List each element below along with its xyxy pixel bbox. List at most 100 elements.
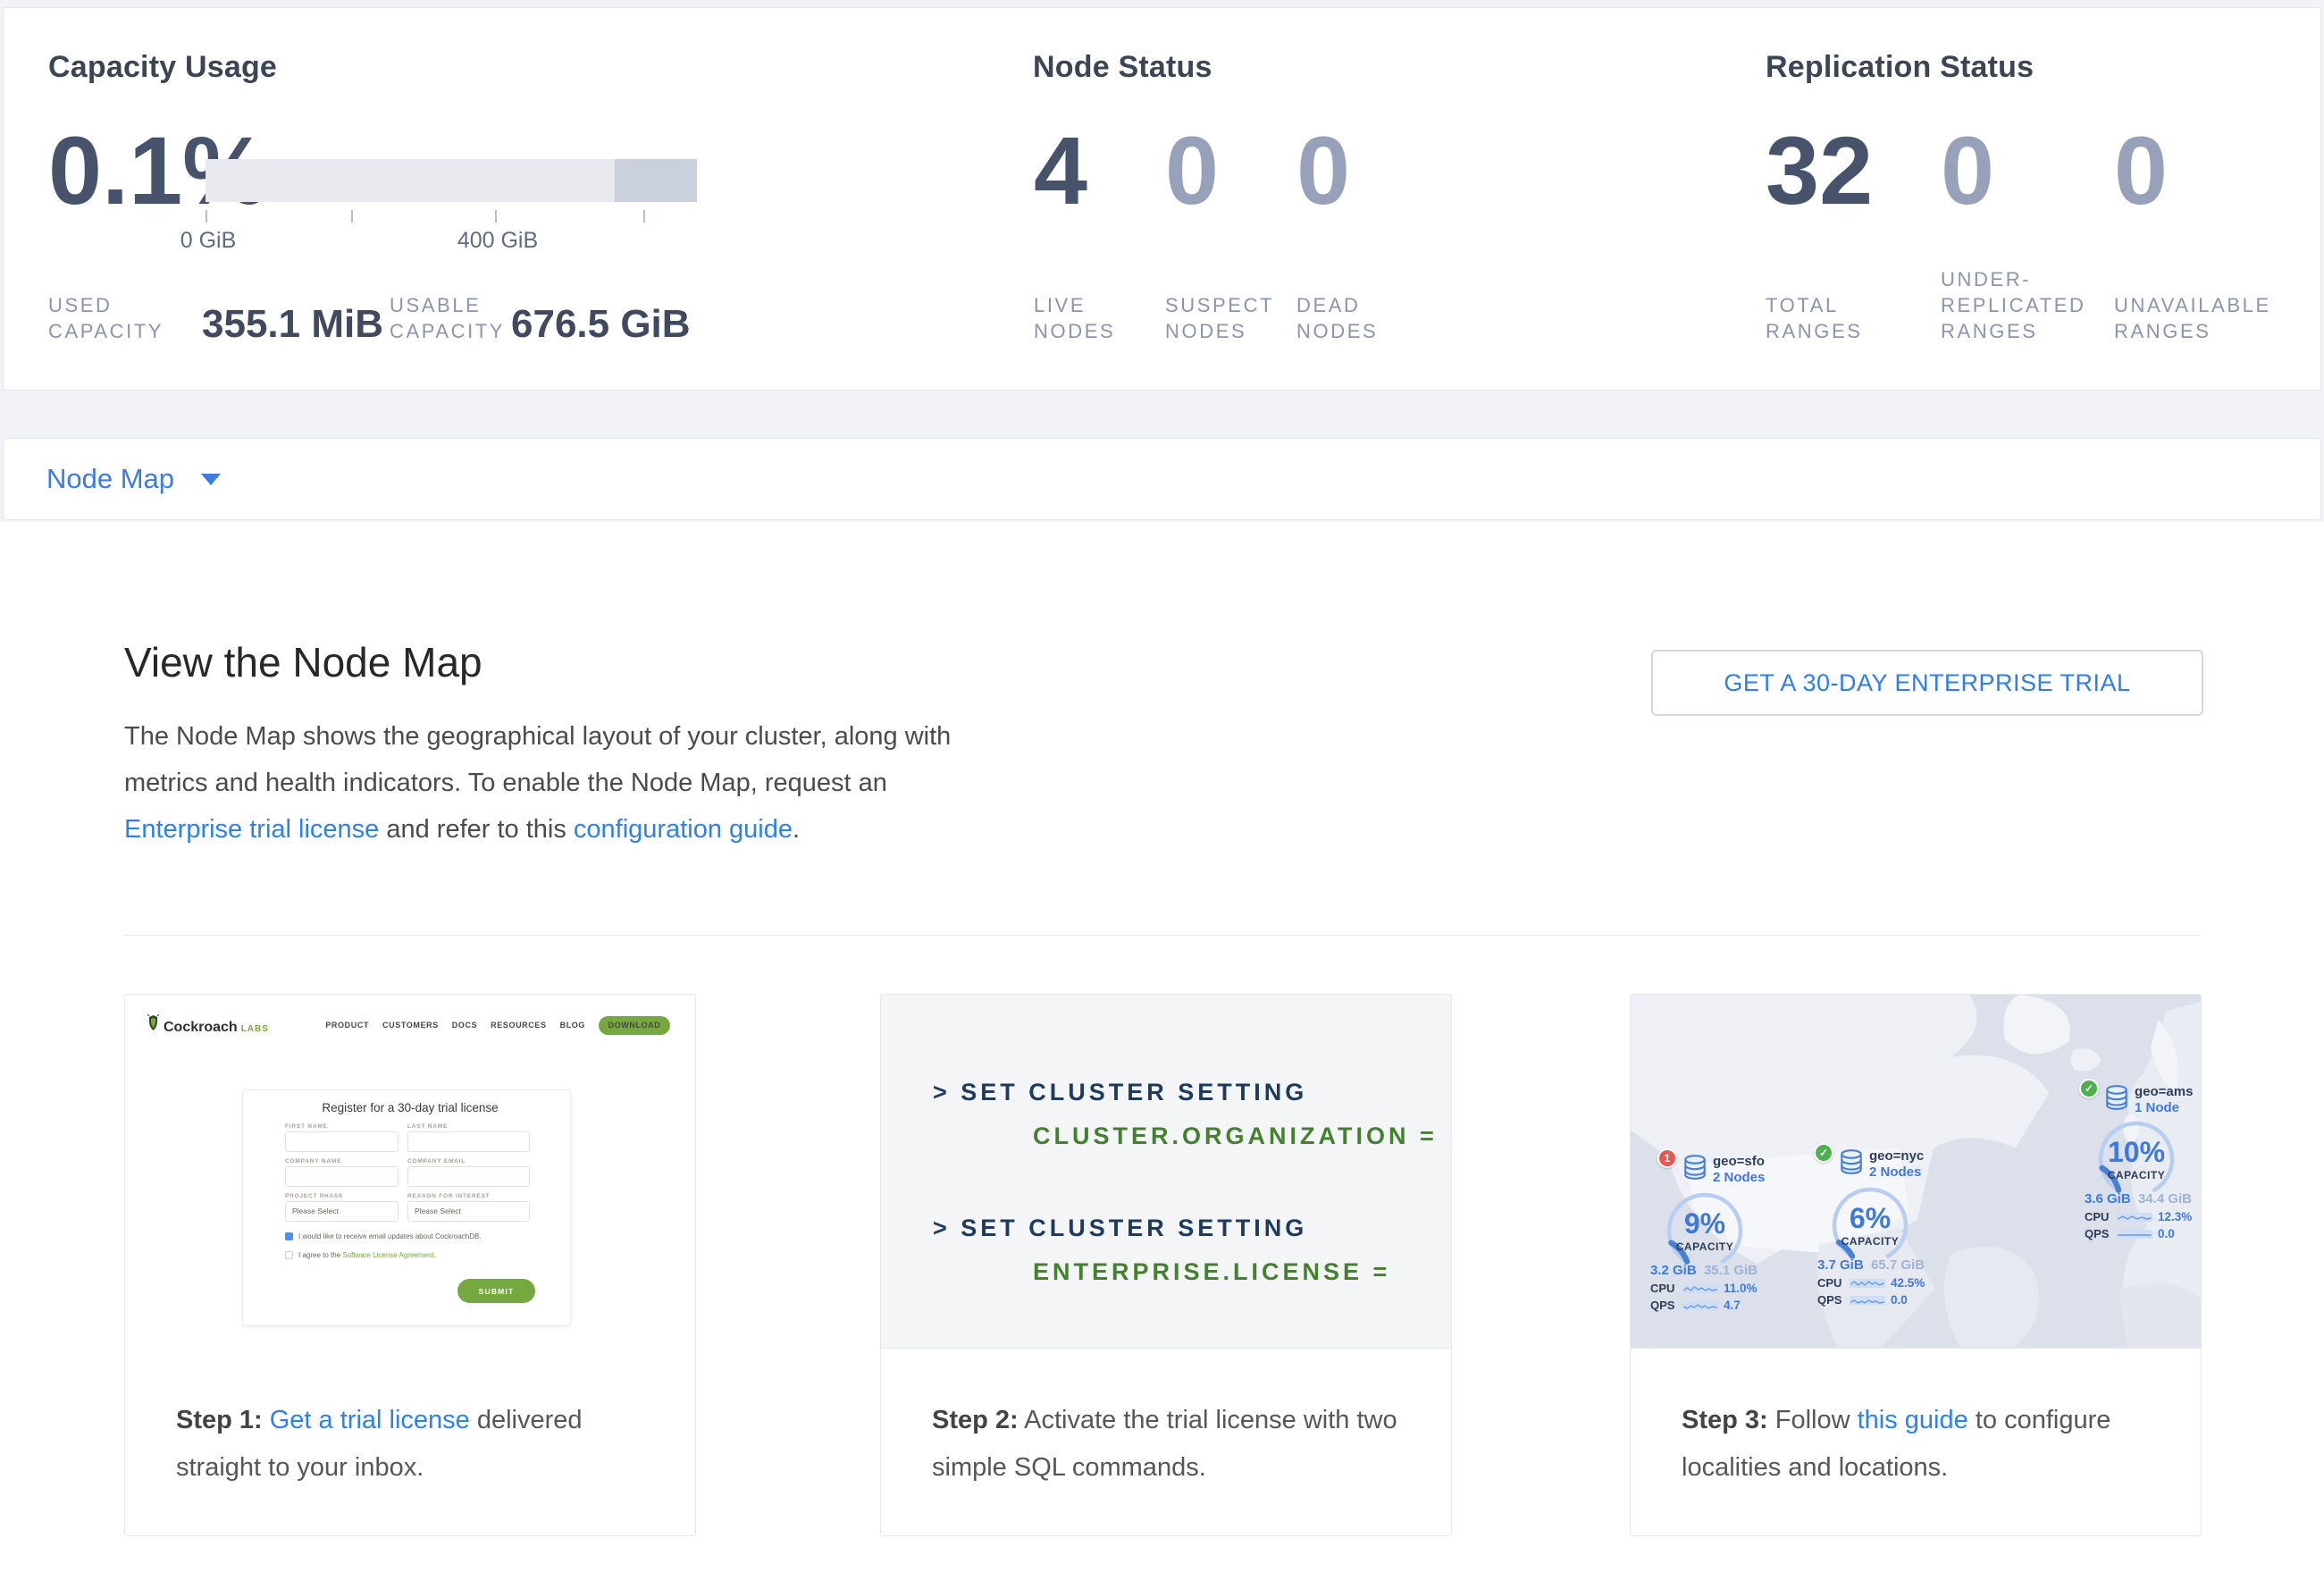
capacity-bar-nonusable-segment — [615, 159, 697, 202]
field-label: LAST NAME — [407, 1123, 530, 1130]
axis-tick — [643, 210, 645, 223]
capacity-percent: 6% — [1825, 1202, 1915, 1235]
usable-capacity-value: 676.5 GiB — [511, 302, 691, 347]
qps-sparkline — [1850, 1294, 1885, 1307]
axis-tick — [206, 210, 207, 223]
database-icon — [2105, 1084, 2128, 1111]
node-map-thumbnail: 1 geo=sfo 2 Nodes 9%CAPACITY 3.2 GiB35.1… — [1631, 995, 2201, 1349]
node-map-dropdown-label: Node Map — [46, 463, 174, 495]
submit-button: SUBMIT — [457, 1279, 535, 1303]
cpu-sparkline — [2117, 1211, 2152, 1223]
capacity-percent: 10% — [2092, 1136, 2181, 1169]
step-label: Step 3: — [1682, 1406, 1768, 1434]
step-label: Step 2: — [932, 1406, 1019, 1434]
live-nodes-label: LIVE NODES — [1034, 292, 1115, 344]
capacity-percent: 9% — [1660, 1207, 1749, 1240]
step1-card: Cockroach LABS PRODUCT CUSTOMERS DOCS RE… — [124, 994, 696, 1536]
used-capacity-label: USED CAPACITY — [48, 292, 164, 344]
get-enterprise-trial-button[interactable]: GET A 30-DAY ENTERPRISE TRIAL — [1651, 650, 2203, 716]
error-count-badge: 1 — [1657, 1148, 1677, 1168]
nav-item: PRODUCT — [325, 1021, 369, 1030]
email-updates-checkbox-row: I would like to receive email updates ab… — [285, 1232, 535, 1240]
nav-item: BLOG — [560, 1021, 585, 1030]
live-nodes-count: 4 — [1034, 122, 1087, 219]
field-label: PROJECT PHASE — [285, 1193, 399, 1199]
unavailable-ranges-count: 0 — [2114, 122, 2168, 219]
license-agreement-link: Software License Agreement. — [342, 1251, 436, 1259]
healthy-badge-icon: ✓ — [2079, 1079, 2099, 1098]
chevron-down-icon — [201, 474, 221, 485]
axis-tick — [495, 210, 497, 223]
map-node-sfo: 1 geo=sfo 2 Nodes 9%CAPACITY 3.2 GiB35.1… — [1657, 1154, 1765, 1312]
brand-name: Cockroach — [164, 1020, 238, 1036]
cpu-sparkline — [1850, 1277, 1885, 1290]
step2-thumbnail: > SET CLUSTER SETTING CLUSTER.ORGANIZATI… — [881, 995, 1451, 1349]
total-ranges-count: 32 — [1766, 122, 1873, 219]
checked-checkbox-icon — [285, 1232, 293, 1240]
reason-select: Please Select — [407, 1201, 530, 1222]
view-selector-bar: Node Map — [3, 438, 2321, 520]
first-name-field — [285, 1131, 399, 1152]
this-guide-link[interactable]: this guide — [1858, 1406, 1968, 1434]
cpu-sparkline — [1682, 1282, 1718, 1295]
get-trial-license-link[interactable]: Get a trial license — [270, 1406, 470, 1434]
capacity-gauge: 9%CAPACITY — [1660, 1186, 1749, 1275]
cockroach-labs-logo: Cockroach LABS — [147, 1014, 269, 1036]
nav-item: DOCS — [452, 1021, 477, 1030]
page-title: View the Node Map — [124, 638, 482, 686]
qps-sparkline — [1682, 1299, 1718, 1312]
company-name-field — [285, 1166, 399, 1187]
mini-site-nav: PRODUCT CUSTOMERS DOCS RESOURCES BLOG DO… — [325, 1016, 670, 1035]
under-replicated-ranges-count: 0 — [1941, 122, 1994, 219]
cockroach-icon — [147, 1014, 160, 1031]
qps-value: 0.0 — [2158, 1227, 2194, 1240]
configuration-guide-link[interactable]: configuration guide — [574, 815, 793, 844]
cpu-value: 12.3% — [2158, 1210, 2194, 1223]
unavailable-ranges-label: UNAVAILABLE RANGES — [2114, 292, 2271, 344]
nav-item: CUSTOMERS — [382, 1021, 439, 1030]
replication-status-title: Replication Status — [1766, 50, 2034, 85]
nav-item: RESOURCES — [491, 1021, 546, 1030]
suspect-nodes-count: 0 — [1165, 122, 1219, 219]
cluster-overview-page: Capacity Usage 0.1% 0 GiB 400 GiB USED C… — [0, 0, 2324, 1589]
trial-license-form: Register for a 30-day trial license FIRS… — [242, 1089, 571, 1326]
mini-site-header: Cockroach LABS PRODUCT CUSTOMERS DOCS RE… — [147, 1014, 670, 1036]
locality-node-count: 2 Nodes — [1869, 1164, 1924, 1181]
capacity-usage-title: Capacity Usage — [48, 50, 277, 85]
qps-sparkline — [2117, 1228, 2152, 1240]
company-email-field — [407, 1166, 530, 1187]
enterprise-trial-license-link[interactable]: Enterprise trial license — [124, 815, 379, 844]
checkbox-label: I agree to the Software License Agreemen… — [298, 1251, 436, 1259]
sql-line: CLUSTER.ORGANIZATION = — [1033, 1122, 1451, 1150]
locality-node-count: 2 Nodes — [1713, 1169, 1765, 1186]
map-node-nyc: ✓ geo=nyc 2 Nodes 6%CAPACITY 3.7 GiB65.7… — [1814, 1148, 1926, 1307]
form-title: Register for a 30-day trial license — [285, 1101, 535, 1114]
capacity-bar-chart — [206, 159, 697, 202]
step2-caption: Step 2: Activate the trial license with … — [881, 1349, 1451, 1492]
capacity-gauge: 10%CAPACITY — [2092, 1114, 2181, 1204]
description-text: and refer to this — [379, 815, 574, 844]
field-label: REASON FOR INTEREST — [407, 1193, 530, 1199]
license-agreement-checkbox-row: I agree to the Software License Agreemen… — [285, 1251, 535, 1259]
locality-name: geo=ams — [2135, 1084, 2193, 1099]
under-replicated-ranges-label: UNDER- REPLICATED RANGES — [1941, 266, 2086, 344]
field-label: COMPANY NAME — [285, 1158, 399, 1164]
cpu-value: 42.5% — [1891, 1276, 1926, 1290]
step3-card: 1 geo=sfo 2 Nodes 9%CAPACITY 3.2 GiB35.1… — [1630, 994, 2202, 1536]
node-map-dropdown[interactable]: Node Map — [46, 463, 221, 495]
step1-thumbnail: Cockroach LABS PRODUCT CUSTOMERS DOCS RE… — [125, 995, 695, 1349]
field-label: COMPANY EMAIL — [407, 1158, 530, 1164]
axis-tick — [351, 210, 353, 223]
brand-suffix: LABS — [241, 1024, 269, 1034]
unchecked-checkbox-icon — [285, 1251, 293, 1259]
database-icon — [1683, 1154, 1707, 1181]
project-phase-select: Please Select — [285, 1201, 399, 1222]
node-map-description: The Node Map shows the geographical layo… — [124, 713, 980, 853]
dead-nodes-label: DEAD NODES — [1296, 292, 1378, 344]
database-icon — [1840, 1148, 1863, 1175]
sql-line: > SET CLUSTER SETTING — [933, 1079, 1451, 1106]
usable-capacity-label: USABLE CAPACITY — [390, 292, 505, 344]
sql-line: > SET CLUSTER SETTING — [933, 1215, 1451, 1242]
cockroach-site-thumbnail: Cockroach LABS PRODUCT CUSTOMERS DOCS RE… — [125, 995, 695, 1349]
step2-card: > SET CLUSTER SETTING CLUSTER.ORGANIZATI… — [880, 994, 1452, 1536]
